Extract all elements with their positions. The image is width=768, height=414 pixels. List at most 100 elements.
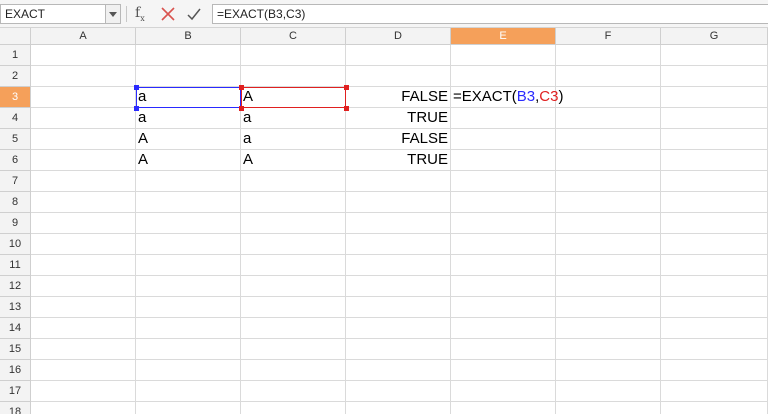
cell-b16[interactable]: [136, 360, 241, 381]
cell-b9[interactable]: [136, 213, 241, 234]
cell-c1[interactable]: [241, 45, 346, 66]
cell-f14[interactable]: [556, 318, 661, 339]
cell-g12[interactable]: [661, 276, 768, 297]
column-header-e[interactable]: E: [451, 28, 556, 45]
cell-d16[interactable]: [346, 360, 451, 381]
cell-e1[interactable]: [451, 45, 556, 66]
cell-e12[interactable]: [451, 276, 556, 297]
accept-icon[interactable]: [186, 6, 202, 22]
cell-c15[interactable]: [241, 339, 346, 360]
cell-d2[interactable]: [346, 66, 451, 87]
cell-b17[interactable]: [136, 381, 241, 402]
cell-d5[interactable]: FALSE: [346, 129, 451, 150]
cell-a11[interactable]: [31, 255, 136, 276]
cell-f15[interactable]: [556, 339, 661, 360]
cell-d4[interactable]: TRUE: [346, 108, 451, 129]
cell-d15[interactable]: [346, 339, 451, 360]
cell-f4[interactable]: [556, 108, 661, 129]
cell-e7[interactable]: [451, 171, 556, 192]
cell-c4[interactable]: a: [241, 108, 346, 129]
cell-a13[interactable]: [31, 297, 136, 318]
cell-d13[interactable]: [346, 297, 451, 318]
function-wizard-icon[interactable]: fx: [135, 5, 153, 23]
cell-c17[interactable]: [241, 381, 346, 402]
cell-g9[interactable]: [661, 213, 768, 234]
cell-c14[interactable]: [241, 318, 346, 339]
cell-a7[interactable]: [31, 171, 136, 192]
cell-g11[interactable]: [661, 255, 768, 276]
cell-g4[interactable]: [661, 108, 768, 129]
cell-b5[interactable]: A: [136, 129, 241, 150]
cell-d6[interactable]: TRUE: [346, 150, 451, 171]
cell-f6[interactable]: [556, 150, 661, 171]
cell-e2[interactable]: [451, 66, 556, 87]
cell-e16[interactable]: [451, 360, 556, 381]
row-header-8[interactable]: 8: [0, 192, 31, 213]
column-header-b[interactable]: B: [136, 28, 241, 45]
cell-b18[interactable]: [136, 402, 241, 414]
cell-a4[interactable]: [31, 108, 136, 129]
cell-b12[interactable]: [136, 276, 241, 297]
cell-e15[interactable]: [451, 339, 556, 360]
column-header-a[interactable]: A: [31, 28, 136, 45]
row-header-7[interactable]: 7: [0, 171, 31, 192]
row-header-15[interactable]: 15: [0, 339, 31, 360]
name-box-dropdown[interactable]: [106, 4, 121, 24]
cell-g18[interactable]: [661, 402, 768, 414]
cell-g17[interactable]: [661, 381, 768, 402]
column-header-d[interactable]: D: [346, 28, 451, 45]
row-header-1[interactable]: 1: [0, 45, 31, 66]
formula-input[interactable]: =EXACT(B3,C3): [212, 4, 768, 24]
name-box[interactable]: EXACT: [0, 4, 106, 24]
cell-d1[interactable]: [346, 45, 451, 66]
column-header-g[interactable]: G: [661, 28, 768, 45]
cell-d18[interactable]: [346, 402, 451, 414]
cell-a17[interactable]: [31, 381, 136, 402]
row-header-6[interactable]: 6: [0, 150, 31, 171]
cell-b14[interactable]: [136, 318, 241, 339]
cell-f12[interactable]: [556, 276, 661, 297]
cell-f8[interactable]: [556, 192, 661, 213]
row-header-5[interactable]: 5: [0, 129, 31, 150]
cell-e18[interactable]: [451, 402, 556, 414]
cell-c5[interactable]: a: [241, 129, 346, 150]
cell-f5[interactable]: [556, 129, 661, 150]
cell-f10[interactable]: [556, 234, 661, 255]
row-header-2[interactable]: 2: [0, 66, 31, 87]
cell-e13[interactable]: [451, 297, 556, 318]
cell-e11[interactable]: [451, 255, 556, 276]
row-header-13[interactable]: 13: [0, 297, 31, 318]
cell-e3-editing[interactable]: =EXACT(B3,C3): [451, 87, 563, 108]
cell-f16[interactable]: [556, 360, 661, 381]
row-header-16[interactable]: 16: [0, 360, 31, 381]
cell-f17[interactable]: [556, 381, 661, 402]
row-header-12[interactable]: 12: [0, 276, 31, 297]
cell-d17[interactable]: [346, 381, 451, 402]
row-header-3[interactable]: 3: [0, 87, 31, 108]
row-header-4[interactable]: 4: [0, 108, 31, 129]
cell-a8[interactable]: [31, 192, 136, 213]
cell-a15[interactable]: [31, 339, 136, 360]
cell-a14[interactable]: [31, 318, 136, 339]
cell-d14[interactable]: [346, 318, 451, 339]
cell-d7[interactable]: [346, 171, 451, 192]
cell-d10[interactable]: [346, 234, 451, 255]
cell-g7[interactable]: [661, 171, 768, 192]
cell-b11[interactable]: [136, 255, 241, 276]
cell-g1[interactable]: [661, 45, 768, 66]
cell-a9[interactable]: [31, 213, 136, 234]
cell-a12[interactable]: [31, 276, 136, 297]
row-header-14[interactable]: 14: [0, 318, 31, 339]
cell-c10[interactable]: [241, 234, 346, 255]
cell-d11[interactable]: [346, 255, 451, 276]
cell-f2[interactable]: [556, 66, 661, 87]
cell-f13[interactable]: [556, 297, 661, 318]
cell-g13[interactable]: [661, 297, 768, 318]
cell-g14[interactable]: [661, 318, 768, 339]
cell-b3[interactable]: a: [136, 87, 241, 108]
cell-c6[interactable]: A: [241, 150, 346, 171]
cell-e17[interactable]: [451, 381, 556, 402]
row-header-9[interactable]: 9: [0, 213, 31, 234]
cell-g3[interactable]: [661, 87, 768, 108]
cell-f11[interactable]: [556, 255, 661, 276]
